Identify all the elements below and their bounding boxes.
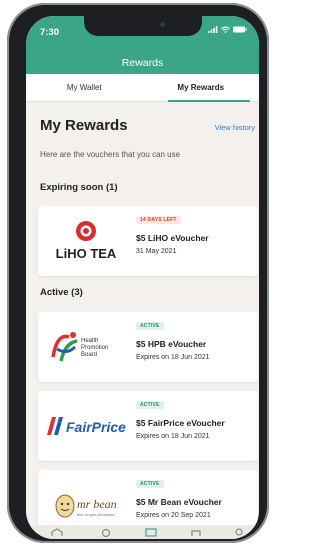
view-history-link[interactable]: View history [215,123,255,132]
voucher-title: $5 LiHO eVoucher [136,233,209,243]
profile-nav-icon[interactable] [232,528,246,537]
phone-notch [83,16,202,36]
voucher-expiry: Expires on 18 Jun 2021 [136,433,210,440]
hpb-logo: Health Promotion Board [44,322,128,372]
voucher-expiry: 31 May 2021 [136,248,177,255]
hpb-logo-icon: Health Promotion Board [51,332,108,362]
liho-logo: LiHO TEA [44,216,128,266]
active-badge: ACTIVE [136,480,164,488]
svg-text:Board: Board [81,352,97,358]
active-badge: ACTIVE [136,322,164,330]
voucher-expiry: Expires on 20 Sep 2021 [136,512,211,519]
scan-nav-icon[interactable] [144,528,158,537]
voucher-title: $5 FairPrice eVoucher [136,418,225,428]
mrbean-logo-icon: mr bean feel simple pleasures [55,494,117,518]
voucher-card-hpb[interactable]: Health Promotion Board ACTIVE $5 HPB eVo… [38,312,258,382]
phone-frame: 7:30 Rewards My Wallet My Rewards My Rew… [7,3,269,543]
section-expiring: Expiring soon (1) [40,182,118,193]
camera-icon [159,22,165,27]
header-title: Rewards [121,57,164,69]
explore-nav-icon[interactable] [99,528,113,537]
voucher-title: $5 HPB eVoucher [136,339,207,349]
tab-my-rewards[interactable]: My Rewards [143,74,260,101]
fairprice-logo-icon: FairPrice [47,417,126,435]
status-icons [208,26,247,33]
wifi-icon [221,26,230,33]
active-tab-indicator [168,100,250,102]
app-header: 7:30 Rewards [26,16,259,74]
active-badge: ACTIVE [136,401,164,409]
svg-text:feel simple pleasures: feel simple pleasures [77,512,115,517]
svg-text:Health: Health [81,338,98,344]
fairprice-logo: FairPrice [44,401,128,451]
days-left-badge: 14 DAYS LEFT [136,216,181,224]
liho-logo-icon: LiHO TEA [56,221,117,261]
svg-text:LiHO TEA: LiHO TEA [56,246,117,261]
voucher-card-liho[interactable]: LiHO TEA 14 DAYS LEFT $5 LiHO eVoucher 3… [38,206,258,276]
battery-icon [233,26,247,33]
tab-my-wallet[interactable]: My Wallet [26,74,143,101]
status-time: 7:30 [40,27,60,38]
app-screen: 7:30 Rewards My Wallet My Rewards My Rew… [26,16,259,539]
mrbean-logo: mr bean feel simple pleasures [44,480,128,530]
page-title: My Rewards [40,117,128,134]
home-nav-icon[interactable] [50,528,64,537]
rewards-nav-icon[interactable] [189,528,203,537]
svg-text:FairPrice: FairPrice [66,419,126,435]
signal-icon [208,26,218,33]
voucher-title: $5 Mr Bean eVoucher [136,497,222,507]
svg-text:mr bean: mr bean [77,497,117,511]
svg-text:Promotion: Promotion [81,345,108,351]
section-active: Active (3) [40,287,83,298]
page-subtitle: Here are the vouchers that you can use [40,150,181,159]
bottom-nav [26,525,259,539]
voucher-expiry: Expires on 18 Jun 2021 [136,354,210,361]
tab-bar: My Wallet My Rewards [26,74,259,102]
voucher-card-fairprice[interactable]: FairPrice ACTIVE $5 FairPrice eVoucher E… [38,391,258,461]
